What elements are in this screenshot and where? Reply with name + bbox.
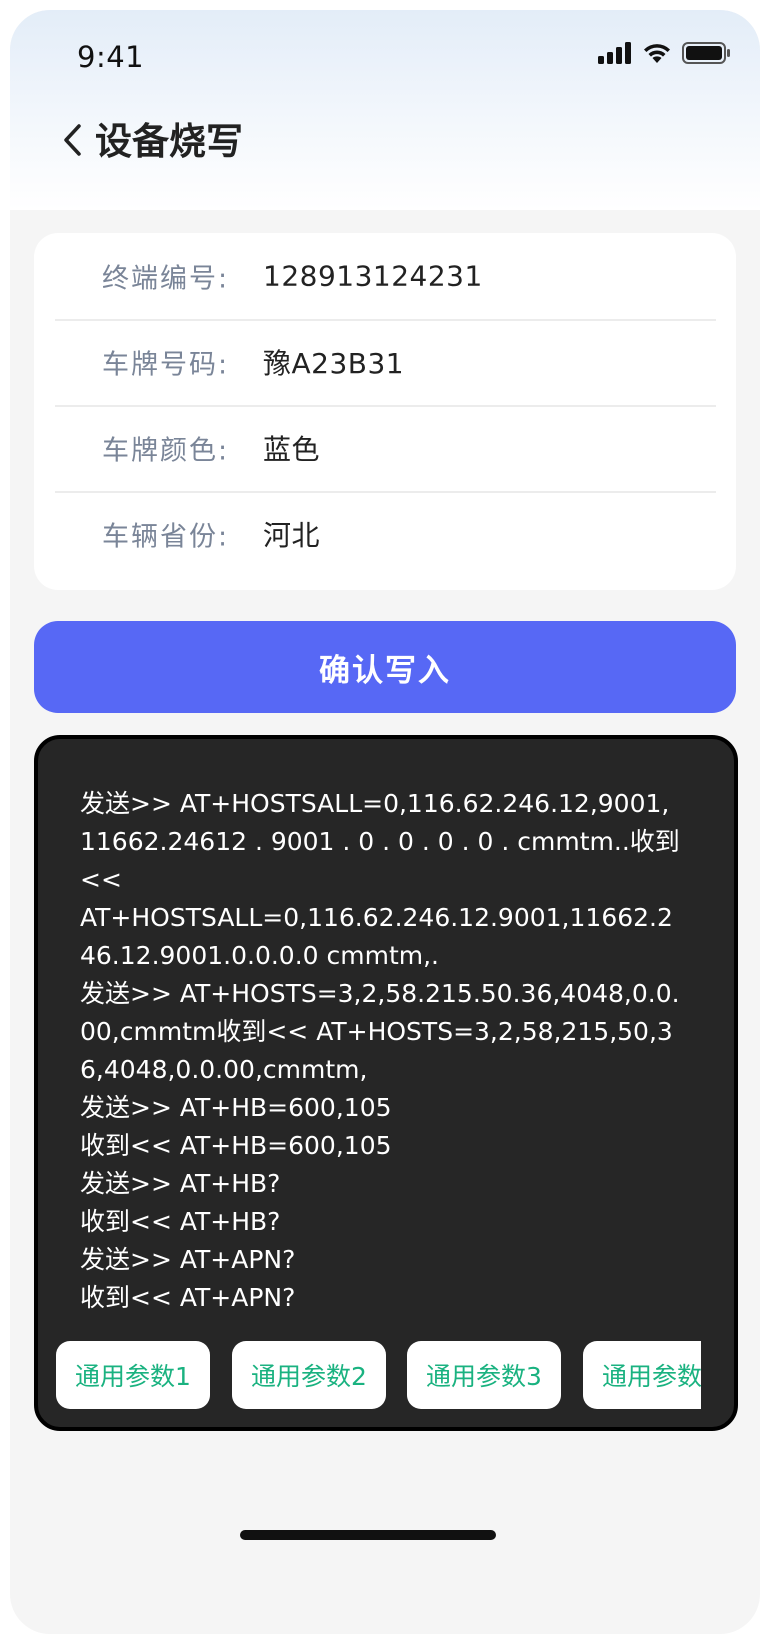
param-button-4[interactable]: 通用参数4 [583, 1341, 701, 1409]
form-label: 车牌颜色: [102, 435, 230, 467]
console-panel: 发送>> AT+HOSTSALL=0,116.62.246.12,9001,11… [34, 735, 738, 1431]
form-row-province[interactable]: 车辆省份: 河北 [55, 491, 716, 577]
back-button[interactable] [50, 120, 94, 164]
confirm-write-button[interactable]: 确认写入 [34, 621, 736, 713]
console-line: 收到<< AT+HB? [80, 1207, 281, 1236]
plate-color-value[interactable]: 蓝色 [263, 428, 320, 468]
param-button-3[interactable]: 通用参数3 [407, 1341, 561, 1409]
form-row-plate-number[interactable]: 车牌号码: 豫A23B31 [55, 319, 716, 407]
wifi-icon [642, 42, 672, 68]
console-line: 发送>> AT+HOSTS=3,2,58.215.50.36,4048,0.0.… [80, 979, 680, 1084]
console-line: 收到<< AT+APN? [80, 1283, 296, 1312]
form-label: 车辆省份: [102, 521, 230, 553]
form-row-terminal-id[interactable]: 终端编号: 128913124231 [55, 233, 716, 321]
param-button-row[interactable]: 通用参数1 通用参数2 通用参数3 通用参数4 [56, 1341, 701, 1411]
chevron-left-icon [61, 123, 83, 161]
plate-number-value[interactable]: 豫A23B31 [263, 342, 404, 382]
battery-icon [682, 42, 730, 68]
status-icons [598, 42, 730, 68]
terminal-id-value[interactable]: 128913124231 [263, 260, 483, 293]
header-area: 9:41 设备烧写 [10, 10, 760, 210]
province-value[interactable]: 河北 [263, 514, 320, 554]
form-label: 终端编号: [102, 263, 230, 295]
param-button-2[interactable]: 通用参数2 [232, 1341, 386, 1409]
console-line: 发送>> AT+HB? [80, 1169, 281, 1198]
console-line: 发送>> AT+APN? [80, 1245, 296, 1274]
param-button-1[interactable]: 通用参数1 [56, 1341, 210, 1409]
console-line: 发送>> AT+HB=600,105 [80, 1093, 392, 1122]
signal-icon [598, 42, 632, 68]
form-label: 车牌号码: [102, 349, 230, 381]
phone-screen: 9:41 设备烧写 终端编号: 128913124231 车牌号码: 豫A23B… [10, 10, 760, 1634]
status-time: 9:41 [77, 40, 145, 74]
console-line: AT+HOSTSALL=0,116.62.246.12.9001,11662.2… [80, 903, 673, 970]
device-info-card: 终端编号: 128913124231 车牌号码: 豫A23B31 车牌颜色: 蓝… [34, 233, 736, 590]
page-title: 设备烧写 [95, 120, 243, 163]
console-line: 发送>> AT+HOSTSALL=0,116.62.246.12,9001,11… [80, 789, 680, 894]
home-indicator[interactable] [240, 1530, 496, 1540]
console-line: 收到<< AT+HB=600,105 [80, 1131, 392, 1160]
console-log: 发送>> AT+HOSTSALL=0,116.62.246.12,9001,11… [80, 785, 680, 1317]
form-row-plate-color[interactable]: 车牌颜色: 蓝色 [55, 405, 716, 493]
